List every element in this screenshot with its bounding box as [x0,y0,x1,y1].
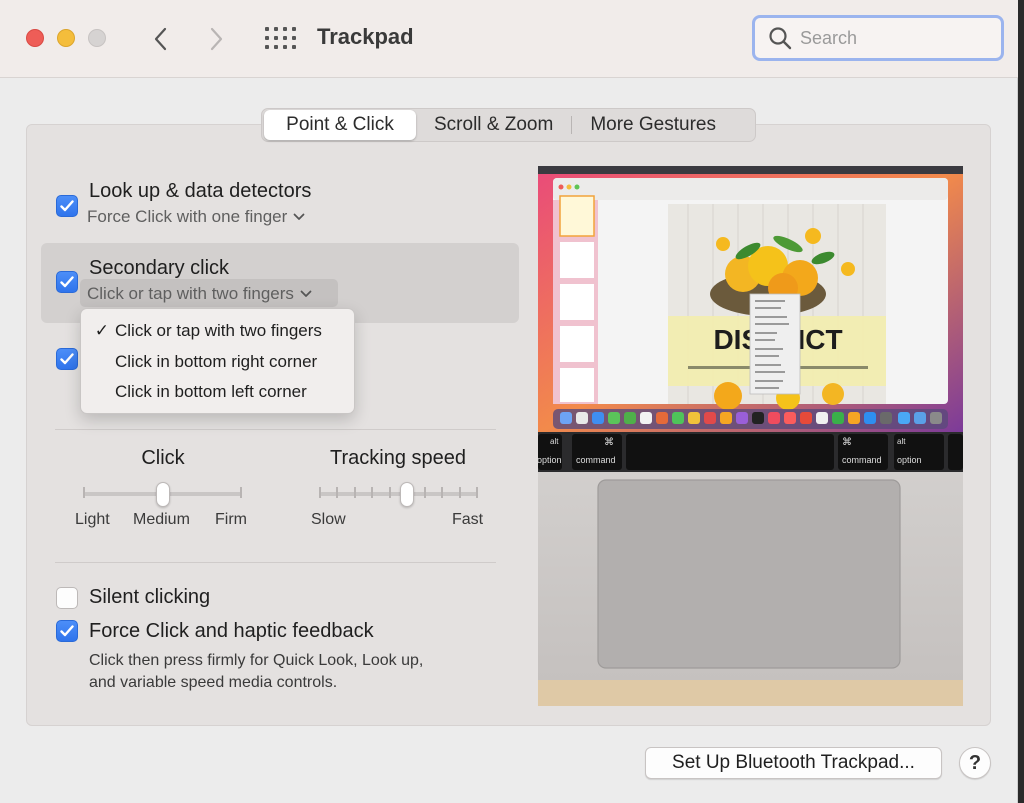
secondary-click-popup-value: Click or tap with two fingers [87,284,294,303]
force-click-label: Force Click and haptic feedback [89,620,374,642]
search-input[interactable] [800,27,990,49]
checkmark-icon [60,353,74,365]
click-slider-min-label: Light [75,511,110,528]
window-edge [1018,0,1024,803]
key-left-option: option [538,455,562,465]
preferences-window: Trackpad Point & Click Scroll & Zoom Mor… [0,0,1018,803]
close-window-button[interactable] [26,29,44,47]
checkmark-icon [60,276,74,288]
menu-item-label: Click in bottom right corner [115,352,318,371]
divider [55,429,496,430]
key-left-command-symbol: ⌘ [604,437,614,448]
tracking-slider-title: Tracking speed [330,447,466,469]
forward-button[interactable] [204,22,230,56]
setup-bluetooth-trackpad-button[interactable]: Set Up Bluetooth Trackpad... [645,747,942,779]
tracking-slider-thumb[interactable] [400,482,414,507]
menu-item-two-fingers[interactable]: ✓ Click or tap with two fingers [81,317,354,345]
tracking-slider-max-label: Fast [452,511,484,528]
trackpad-illustration: DISTRICT [538,166,963,706]
search-field[interactable] [752,15,1004,61]
tab-scroll-and-zoom[interactable]: Scroll & Zoom [416,110,571,140]
chevron-down-icon [293,213,305,220]
menu-item-bottom-right[interactable]: Click in bottom right corner [81,348,354,376]
tap-to-click-checkbox[interactable] [56,348,78,370]
secondary-click-menu: ✓ Click or tap with two fingers Click in… [80,308,355,414]
lookup-popup-value: Force Click with one finger [87,207,288,226]
lookup-checkbox[interactable] [56,195,78,217]
click-slider-thumb[interactable] [156,482,170,507]
lookup-popup[interactable]: Force Click with one finger [87,207,305,227]
menu-item-label: Click in bottom left corner [115,382,307,401]
force-click-description: Click then press firmly for Quick Look, … [89,652,424,691]
window-title: Trackpad [317,24,414,49]
tab-bar: Point & Click Scroll & Zoom More Gesture… [261,108,756,142]
secondary-click-checkbox[interactable] [56,271,78,293]
key-right-option: option [897,455,922,465]
checkmark-icon [60,200,74,212]
gesture-preview-video: DISTRICT [538,166,963,706]
key-right-command: command [842,455,882,465]
key-left-command: command [576,455,616,465]
divider [55,562,496,563]
secondary-click-label: Secondary click [89,257,230,279]
zoom-window-button[interactable] [88,29,106,47]
click-slider-title: Click [141,447,185,469]
click-slider-max-label: Firm [215,511,247,528]
search-icon [769,27,792,50]
show-all-grid-icon[interactable] [265,27,296,49]
click-slider-mid-label: Medium [133,511,190,528]
key-left-alt-symbol: alt [550,437,559,446]
tracking-slider-min-label: Slow [311,511,346,528]
menu-item-label: Click or tap with two fingers [115,321,322,340]
menu-item-bottom-left[interactable]: Click in bottom left corner [81,378,354,406]
key-right-command-symbol: ⌘ [842,437,852,448]
chevron-down-icon [300,290,312,297]
tab-point-and-click[interactable]: Point & Click [264,110,416,140]
chevron-left-icon [154,27,167,51]
checkmark-icon [60,625,74,637]
silent-clicking-checkbox[interactable] [56,587,78,609]
lookup-label: Look up & data detectors [89,180,312,202]
title-bar: Trackpad [0,0,1018,78]
chevron-right-icon [210,27,223,51]
tab-more-gestures[interactable]: More Gestures [572,110,734,140]
secondary-click-popup-content[interactable]: Click or tap with two fingers [87,284,312,304]
back-button[interactable] [147,22,173,56]
minimize-window-button[interactable] [57,29,75,47]
checkmark-icon: ✓ [94,321,109,340]
key-right-alt-symbol: alt [897,437,906,446]
help-button[interactable]: ? [959,747,991,779]
silent-clicking-label: Silent clicking [89,586,211,608]
force-click-checkbox[interactable] [56,620,78,642]
